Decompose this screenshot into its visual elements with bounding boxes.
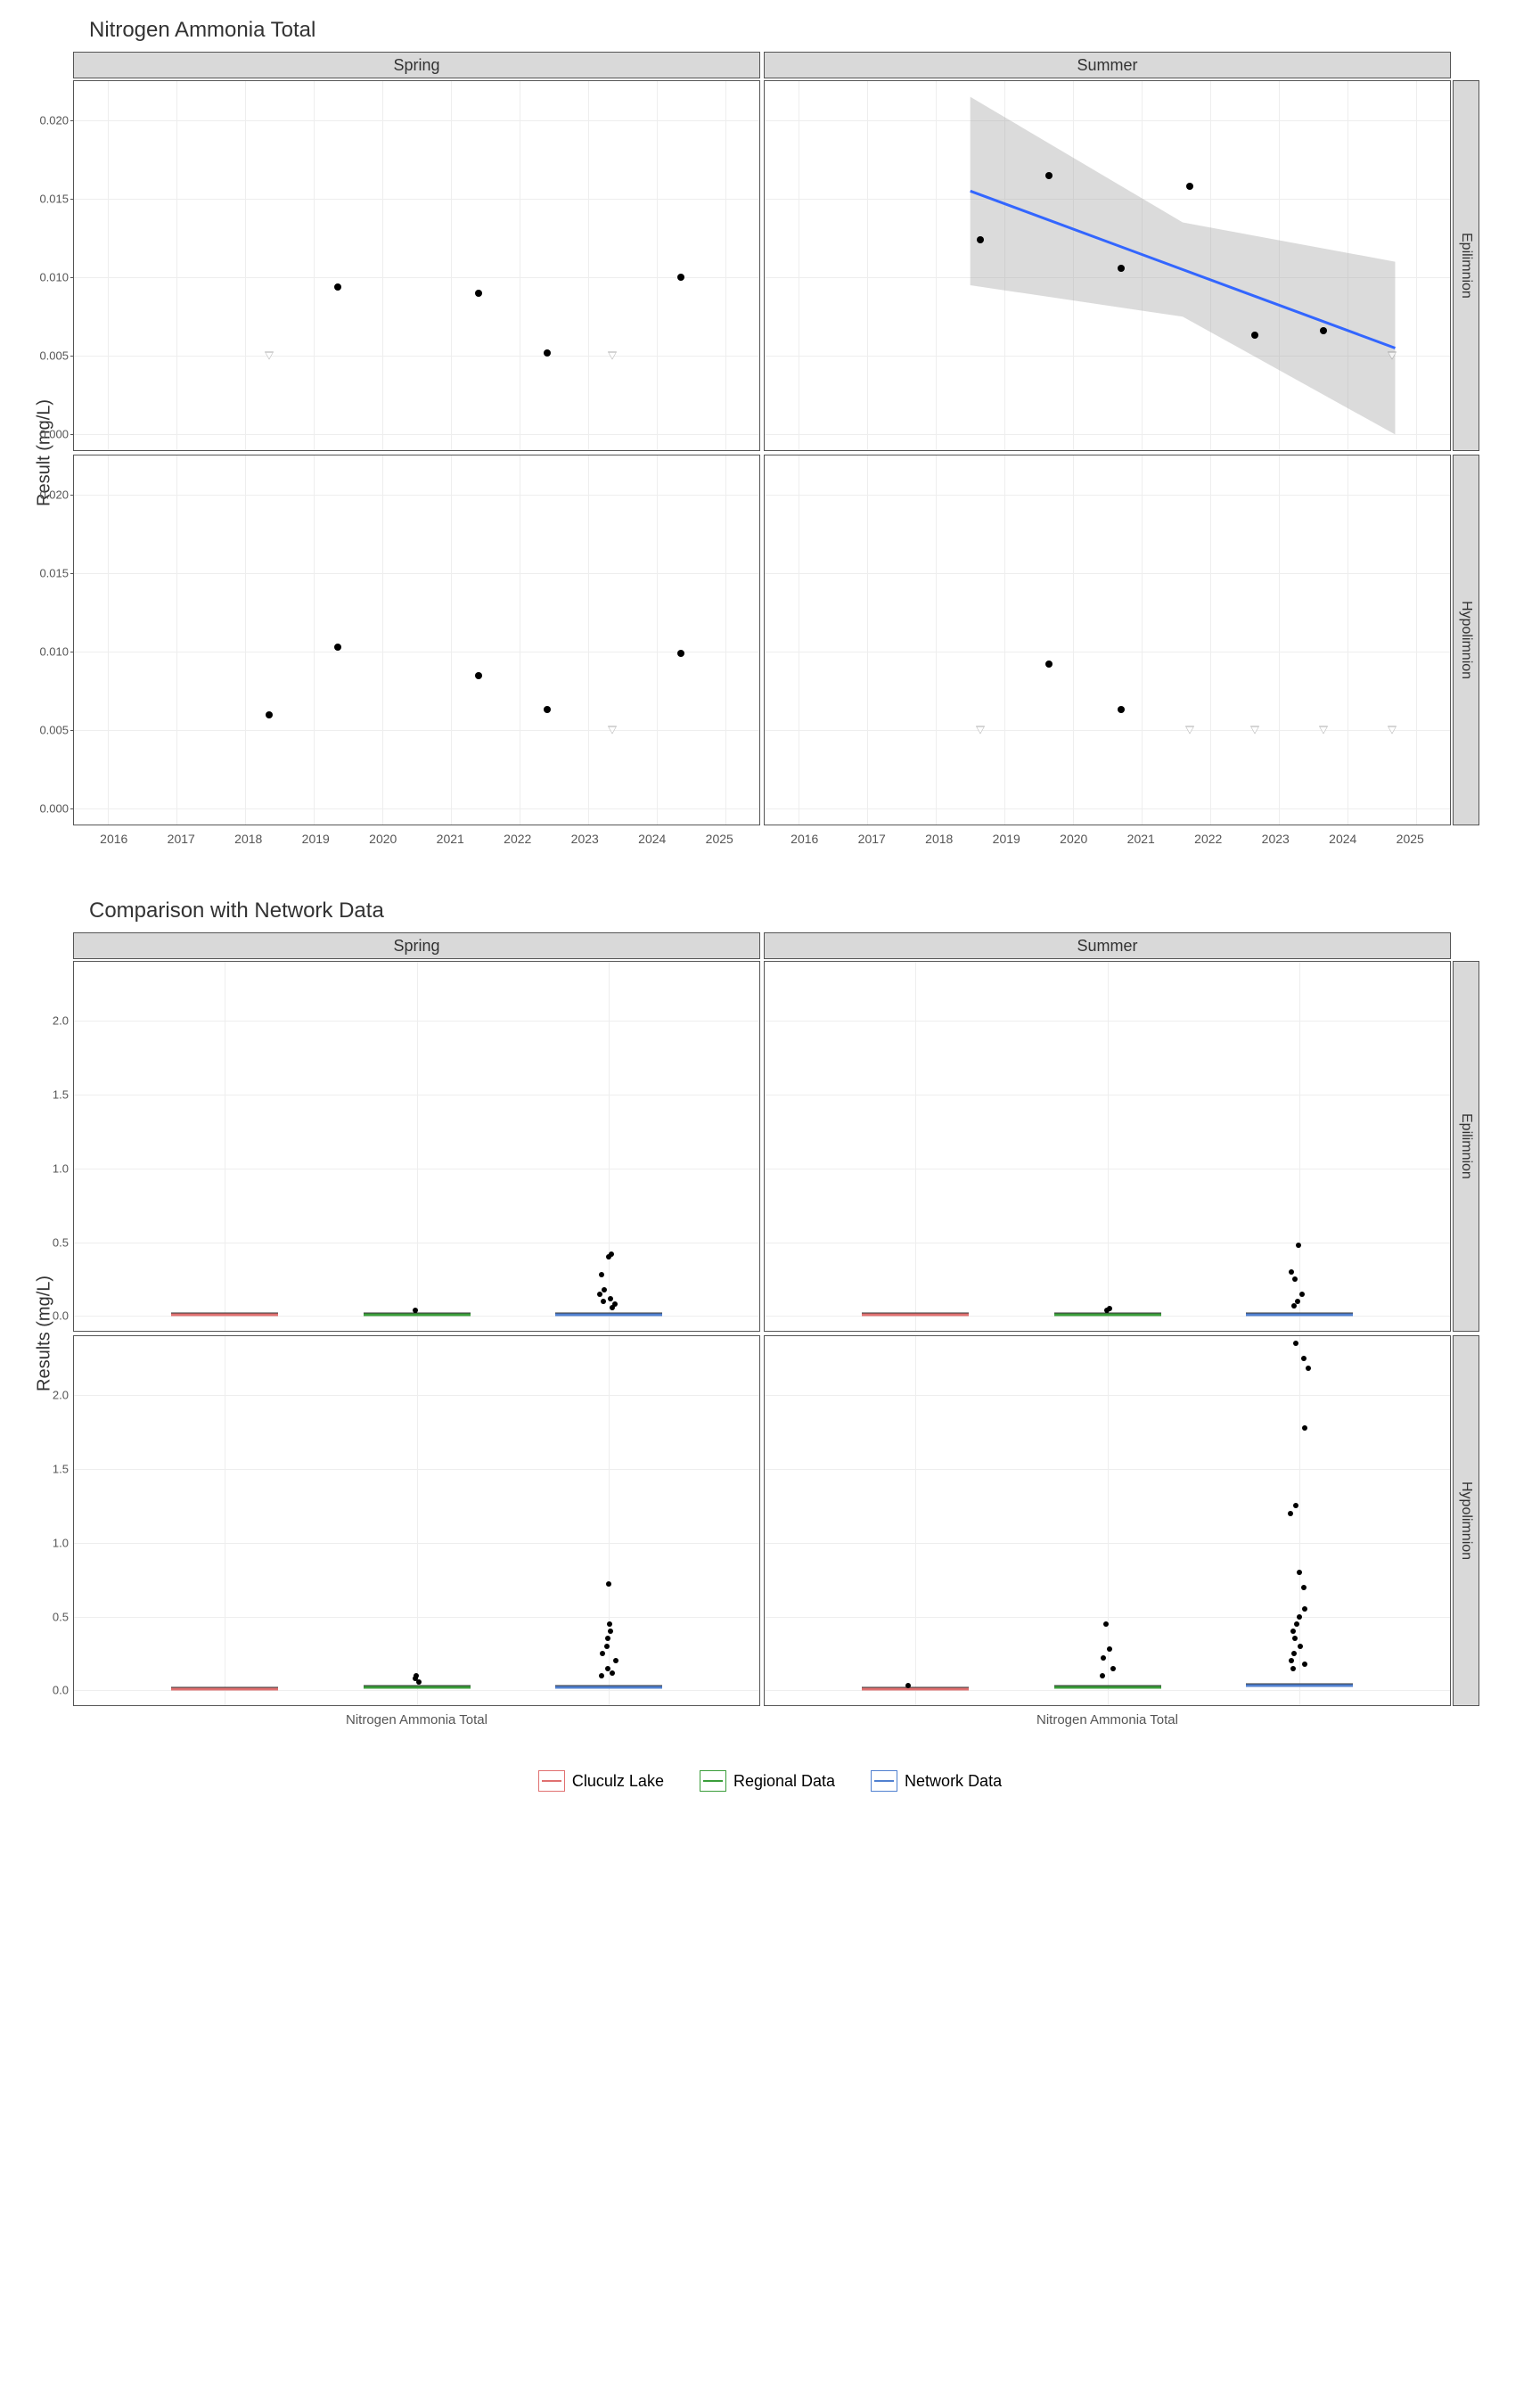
row-header-epilimnion: Epilimnion [1453, 80, 1479, 451]
legend-item-cluculz: Cluculz Lake [538, 1770, 664, 1792]
row-header-hypolimnion-2: Hypolimnion [1453, 1335, 1479, 1706]
boxpanel-spring-epilimnion: 0.00.51.01.52.0 [73, 961, 760, 1332]
boxpanel-spring-hypolimnion: 0.00.51.01.52.0 [73, 1335, 760, 1706]
legend-swatch-blue [871, 1770, 897, 1792]
panel-summer-hypolimnion [764, 455, 1451, 825]
legend-label-regional: Regional Data [733, 1772, 835, 1791]
x-cat-2: Nitrogen Ammonia Total [762, 1708, 1453, 1744]
chart1-title: Nitrogen Ammonia Total [89, 18, 1522, 43]
col-header-summer-2: Summer [764, 932, 1451, 959]
legend-item-regional: Regional Data [700, 1770, 835, 1792]
col-header-summer: Summer [764, 52, 1451, 78]
panel-summer-epilimnion [764, 80, 1451, 451]
boxpanel-summer-hypolimnion [764, 1335, 1451, 1706]
row-header-epilimnion-2: Epilimnion [1453, 961, 1479, 1332]
legend-label-network: Network Data [905, 1772, 1002, 1791]
col-header-spring-2: Spring [73, 932, 760, 959]
box-facet-grid: Spring Summer Results (mg/L) 0.00.51.01.… [18, 932, 1479, 1744]
legend-swatch-red [538, 1770, 565, 1792]
legend: Cluculz Lake Regional Data Network Data [18, 1770, 1522, 1792]
legend-label-cluculz: Cluculz Lake [572, 1772, 664, 1791]
x-ticks-spring: 2016201720182019202020212022202320242025 [71, 827, 762, 863]
scatter-facet-grid: Spring Summer Result (mg/L) 0.0000.0050.… [18, 52, 1479, 863]
panel-spring-hypolimnion: 0.0000.0050.0100.0150.020 [73, 455, 760, 825]
col-header-spring: Spring [73, 52, 760, 78]
x-cat-1: Nitrogen Ammonia Total [71, 1708, 762, 1744]
legend-item-network: Network Data [871, 1770, 1002, 1792]
chart2-title: Comparison with Network Data [89, 898, 1522, 923]
legend-swatch-green [700, 1770, 726, 1792]
x-ticks-summer: 2016201720182019202020212022202320242025 [762, 827, 1453, 863]
boxpanel-summer-epilimnion [764, 961, 1451, 1332]
row-header-hypolimnion: Hypolimnion [1453, 455, 1479, 825]
panel-spring-epilimnion: 0.0000.0050.0100.0150.020 [73, 80, 760, 451]
